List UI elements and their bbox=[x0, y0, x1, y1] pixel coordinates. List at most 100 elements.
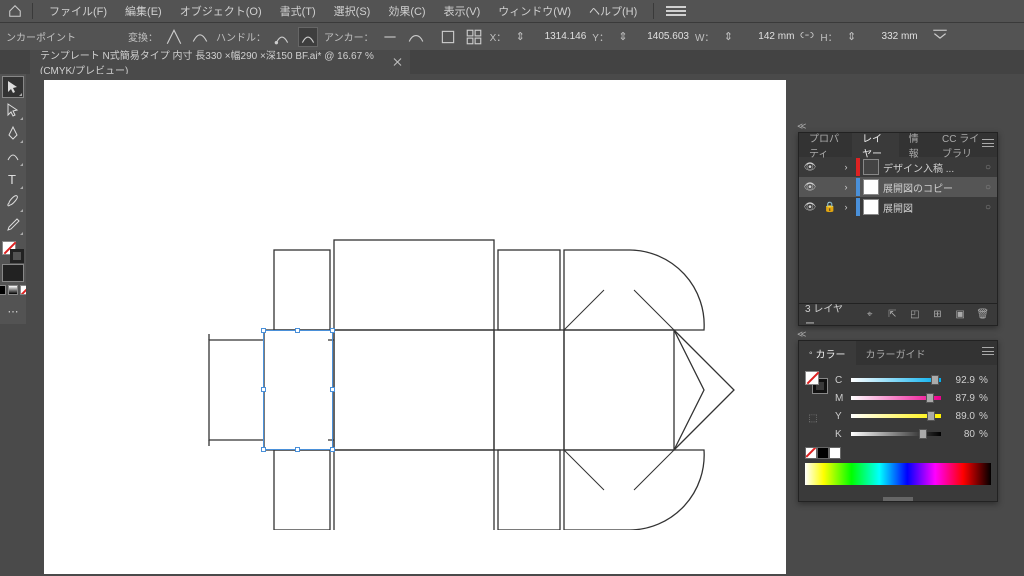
toolbox-more-icon[interactable]: ⋯ bbox=[2, 300, 24, 322]
convert-corner-icon[interactable] bbox=[164, 27, 184, 47]
visibility-icon[interactable]: 👁 bbox=[799, 202, 821, 213]
menu-file[interactable]: ファイル(F) bbox=[41, 1, 115, 21]
menu-view[interactable]: 表示(V) bbox=[436, 1, 489, 21]
slider-track[interactable] bbox=[851, 393, 941, 403]
layer-row[interactable]: 👁🔒›展開図○ bbox=[799, 197, 997, 217]
white-swatch-icon[interactable] bbox=[829, 447, 841, 459]
fill-stroke-swatches[interactable] bbox=[2, 241, 24, 263]
home-icon[interactable] bbox=[6, 2, 24, 20]
color-fill-stroke-icon[interactable] bbox=[805, 371, 827, 393]
make-clipping-icon[interactable]: ◰ bbox=[907, 307, 924, 323]
h-value[interactable]: 332 mm bbox=[866, 31, 918, 42]
tab-color-guide[interactable]: カラーガイド bbox=[856, 341, 936, 365]
handle-hide-icon[interactable] bbox=[298, 27, 318, 47]
new-sublayer-icon[interactable]: ⊞ bbox=[929, 307, 946, 323]
channel-label: C bbox=[835, 375, 847, 386]
delete-layer-icon[interactable]: 🗑 bbox=[974, 307, 991, 323]
workspace-switcher-icon[interactable] bbox=[666, 6, 686, 16]
quick-swatches bbox=[805, 447, 991, 459]
channel-value[interactable]: 87.9 bbox=[945, 393, 975, 404]
y-stepper-icon[interactable]: ⇕ bbox=[613, 27, 633, 47]
document-tab[interactable]: テンプレート N式簡易タイプ 内寸 長330 ×幅290 ×深150 BF.ai… bbox=[30, 50, 410, 74]
h-stepper-icon[interactable]: ⇕ bbox=[842, 27, 862, 47]
layer-row[interactable]: 👁›デザイン入稿 ...○ bbox=[799, 157, 997, 177]
handle-show-icon[interactable] bbox=[272, 27, 292, 47]
handle-label: ハンドル： bbox=[216, 29, 266, 44]
tab-color[interactable]: ◦カラー bbox=[799, 341, 856, 365]
w-stepper-icon[interactable]: ⇕ bbox=[718, 27, 738, 47]
link-wh-icon[interactable] bbox=[800, 30, 814, 43]
stroke-swatch-icon[interactable] bbox=[10, 249, 24, 263]
color-mode-icon[interactable] bbox=[0, 285, 6, 295]
layer-row[interactable]: 👁›展開図のコピー○ bbox=[799, 177, 997, 197]
menu-effect[interactable]: 効果(C) bbox=[380, 1, 433, 21]
selection-tool-icon[interactable] bbox=[2, 76, 24, 98]
pen-tool-icon[interactable] bbox=[2, 122, 24, 144]
tab-properties[interactable]: プロパティ bbox=[799, 133, 852, 157]
menu-select[interactable]: 選択(S) bbox=[326, 1, 379, 21]
color-panel: ≪ ◦カラー カラーガイド ⬚ C92.9%M87.9%Y89.0%K80% bbox=[798, 340, 998, 502]
menu-type[interactable]: 書式(T) bbox=[272, 1, 324, 21]
x-value[interactable]: 1314.146 bbox=[534, 31, 586, 42]
visibility-icon[interactable]: 👁 bbox=[799, 162, 821, 173]
out-of-gamut-icon[interactable]: ⬚ bbox=[805, 413, 821, 424]
none-swatch-icon[interactable] bbox=[805, 447, 817, 459]
direct-selection-tool-icon[interactable] bbox=[2, 99, 24, 121]
panel-menu-icon[interactable] bbox=[979, 341, 997, 361]
menu-edit[interactable]: 編集(E) bbox=[117, 1, 170, 21]
slider-row-y: Y89.0% bbox=[835, 407, 991, 425]
curvature-tool-icon[interactable] bbox=[2, 145, 24, 167]
close-tab-icon[interactable] bbox=[394, 58, 400, 66]
x-stepper-icon[interactable]: ⇕ bbox=[510, 27, 530, 47]
anchor-add-icon[interactable] bbox=[406, 27, 426, 47]
eyedropper-tool-icon[interactable] bbox=[2, 214, 24, 236]
channel-unit: % bbox=[979, 411, 991, 422]
target-icon[interactable]: ○ bbox=[979, 162, 997, 173]
channel-unit: % bbox=[979, 393, 991, 404]
menu-help[interactable]: ヘルプ(H) bbox=[581, 1, 645, 21]
y-value[interactable]: 1405.603 bbox=[637, 31, 689, 42]
menu-object[interactable]: オブジェクト(O) bbox=[172, 1, 270, 21]
layer-color-swatch bbox=[856, 198, 860, 216]
expand-icon[interactable]: › bbox=[839, 202, 853, 212]
panel-collapse-icon[interactable]: ≪ bbox=[797, 121, 806, 132]
convert-smooth-icon[interactable] bbox=[190, 27, 210, 47]
more-options-icon[interactable] bbox=[930, 27, 950, 47]
document-tab-bar: テンプレート N式簡易タイプ 内寸 長330 ×幅290 ×深150 BF.ai… bbox=[0, 50, 1024, 74]
slider-row-c: C92.9% bbox=[835, 371, 991, 389]
visibility-icon[interactable]: 👁 bbox=[799, 182, 821, 193]
collect-export-icon[interactable]: ⇱ bbox=[884, 307, 901, 323]
panel-collapse-icon[interactable]: ≪ bbox=[797, 329, 806, 340]
menu-window[interactable]: ウィンドウ(W) bbox=[490, 1, 579, 21]
panel-menu-icon[interactable] bbox=[979, 133, 997, 153]
anchor-remove-icon[interactable] bbox=[380, 27, 400, 47]
channel-value[interactable]: 80 bbox=[945, 429, 975, 440]
tab-info[interactable]: 情報 bbox=[899, 133, 932, 157]
target-icon[interactable]: ○ bbox=[979, 202, 997, 213]
black-swatch-icon[interactable] bbox=[817, 447, 829, 459]
expand-icon[interactable]: › bbox=[839, 162, 853, 172]
color-swatch-big[interactable] bbox=[2, 264, 24, 282]
slider-track[interactable] bbox=[851, 429, 941, 439]
locate-layer-icon[interactable]: ⌖ bbox=[861, 307, 878, 323]
lock-icon[interactable]: 🔒 bbox=[821, 202, 839, 213]
type-tool-icon[interactable]: T bbox=[2, 168, 24, 190]
spectrum-ramp[interactable] bbox=[805, 463, 991, 485]
layer-count: 3 レイヤー bbox=[805, 300, 849, 330]
document-title: テンプレート N式簡易タイプ 内寸 長330 ×幅290 ×深150 BF.ai… bbox=[40, 47, 384, 77]
channel-value[interactable]: 89.0 bbox=[945, 411, 975, 422]
new-layer-icon[interactable]: ▣ bbox=[952, 307, 969, 323]
target-icon[interactable]: ○ bbox=[979, 182, 997, 193]
expand-icon[interactable]: › bbox=[839, 182, 853, 192]
align-pixel-icon[interactable] bbox=[464, 27, 484, 47]
w-value[interactable]: 142 mm bbox=[742, 31, 794, 42]
tab-layers[interactable]: レイヤー bbox=[852, 133, 899, 157]
slider-track[interactable] bbox=[851, 375, 941, 385]
isolate-icon[interactable] bbox=[438, 27, 458, 47]
panel-resize-grip[interactable] bbox=[883, 497, 913, 501]
slider-track[interactable] bbox=[851, 411, 941, 421]
gradient-mode-icon[interactable] bbox=[8, 285, 18, 295]
control-bar: ンカーポイント 変換： ハンドル： アンカー： X：⇕1314.146 Y：⇕1… bbox=[0, 22, 1024, 50]
channel-value[interactable]: 92.9 bbox=[945, 375, 975, 386]
paintbrush-tool-icon[interactable] bbox=[2, 191, 24, 213]
